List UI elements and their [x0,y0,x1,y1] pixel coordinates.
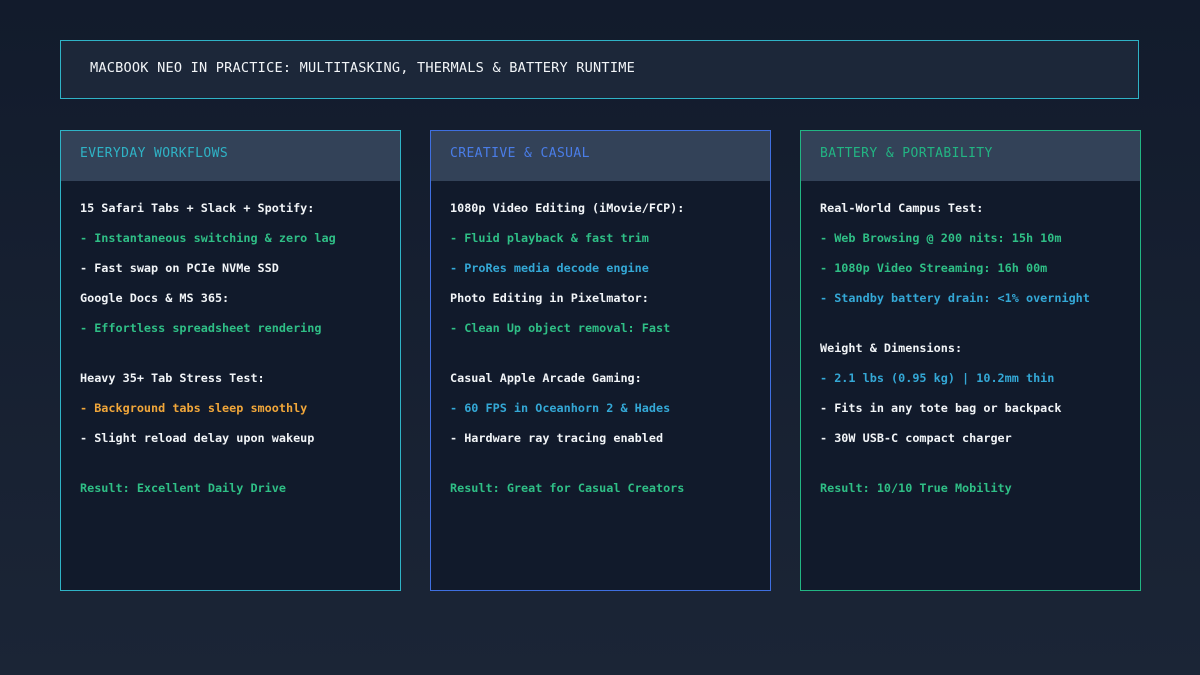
card-everyday-workflows: EVERYDAY WORKFLOWS 15 Safari Tabs + Slac… [60,130,401,591]
card-header: CREATIVE & CASUAL [431,131,770,181]
title-banner: MACBOOK NEO IN PRACTICE: MULTITASKING, T… [60,40,1139,99]
card-line: - 2.1 lbs (0.95 kg) | 10.2mm thin [820,371,1055,385]
card-result: Result: 10/10 True Mobility [820,481,1012,495]
card-line: - Clean Up object removal: Fast [450,321,671,335]
card-line: - Fast swap on PCIe NVMe SSD [80,261,279,275]
card-line: - Web Browsing @ 200 nits: 15h 10m [820,231,1062,245]
card-line: - ProRes media decode engine [450,261,649,275]
card-line: - Background tabs sleep smoothly [80,401,308,415]
card-line: 15 Safari Tabs + Slack + Spotify: [80,201,315,215]
card-battery-portability: BATTERY & PORTABILITY Real-World Campus … [800,130,1141,591]
card-line: Photo Editing in Pixelmator: [450,291,649,305]
card-heading: EVERYDAY WORKFLOWS [80,146,229,161]
card-line: - Effortless spreadsheet rendering [80,321,322,335]
card-result: Result: Great for Casual Creators [450,481,685,495]
card-line: - Fits in any tote bag or backpack [820,401,1062,415]
card-line: - Instantaneous switching & zero lag [80,231,336,245]
card-line: - Standby battery drain: <1% overnight [820,291,1090,305]
card-line: - 1080p Video Streaming: 16h 00m [820,261,1048,275]
card-line: - Slight reload delay upon wakeup [80,431,315,445]
card-line: - Hardware ray tracing enabled [450,431,664,445]
card-header: BATTERY & PORTABILITY [801,131,1140,181]
card-line: 1080p Video Editing (iMovie/FCP): [450,201,685,215]
card-heading: BATTERY & PORTABILITY [820,146,993,161]
card-line: Google Docs & MS 365: [80,291,230,305]
card-line: - 60 FPS in Oceanhorn 2 & Hades [450,401,671,415]
card-heading: CREATIVE & CASUAL [450,146,590,161]
card-line: Weight & Dimensions: [820,341,963,355]
card-line: - 30W USB-C compact charger [820,431,1012,445]
card-header: EVERYDAY WORKFLOWS [61,131,400,181]
card-line: Heavy 35+ Tab Stress Test: [80,371,265,385]
card-line: - Fluid playback & fast trim [450,231,649,245]
card-line: Real-World Campus Test: [820,201,984,215]
card-creative-casual: CREATIVE & CASUAL 1080p Video Editing (i… [430,130,771,591]
card-line: Casual Apple Arcade Gaming: [450,371,642,385]
page-title: MACBOOK NEO IN PRACTICE: MULTITASKING, T… [90,60,635,76]
card-result: Result: Excellent Daily Drive [80,481,286,495]
